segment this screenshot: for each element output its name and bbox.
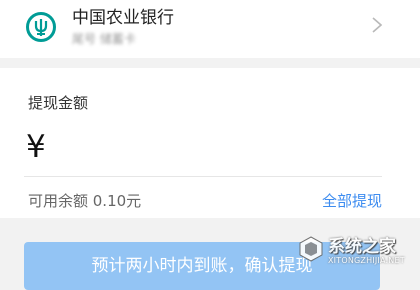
bank-name: 中国农业银行: [72, 8, 174, 28]
watermark-text: 系统之家: [328, 237, 396, 257]
watermark-logo-icon: [299, 236, 323, 262]
amount-input[interactable]: [60, 126, 360, 170]
chevron-right-icon: [372, 17, 383, 33]
withdraw-amount-label: 提现金额: [28, 94, 89, 112]
available-balance: 可用余额 0.10元: [28, 192, 142, 210]
withdraw-panel: 提现金额 ¥ 可用余额 0.10元 全部提现: [0, 68, 420, 218]
watermark: 系统之家 XITONGZHIJIA.NET: [294, 230, 414, 274]
bank-card-selector[interactable]: 中国农业银行 尾号 储蓄卡: [0, 0, 420, 58]
withdraw-all-link[interactable]: 全部提现: [322, 190, 382, 211]
currency-symbol: ¥: [26, 129, 46, 165]
abc-bank-logo-icon: [26, 12, 56, 42]
watermark-subtext: XITONGZHIJIA.NET: [328, 256, 405, 265]
divider: [24, 176, 382, 177]
card-number-subtitle: 尾号 储蓄卡: [72, 32, 136, 46]
